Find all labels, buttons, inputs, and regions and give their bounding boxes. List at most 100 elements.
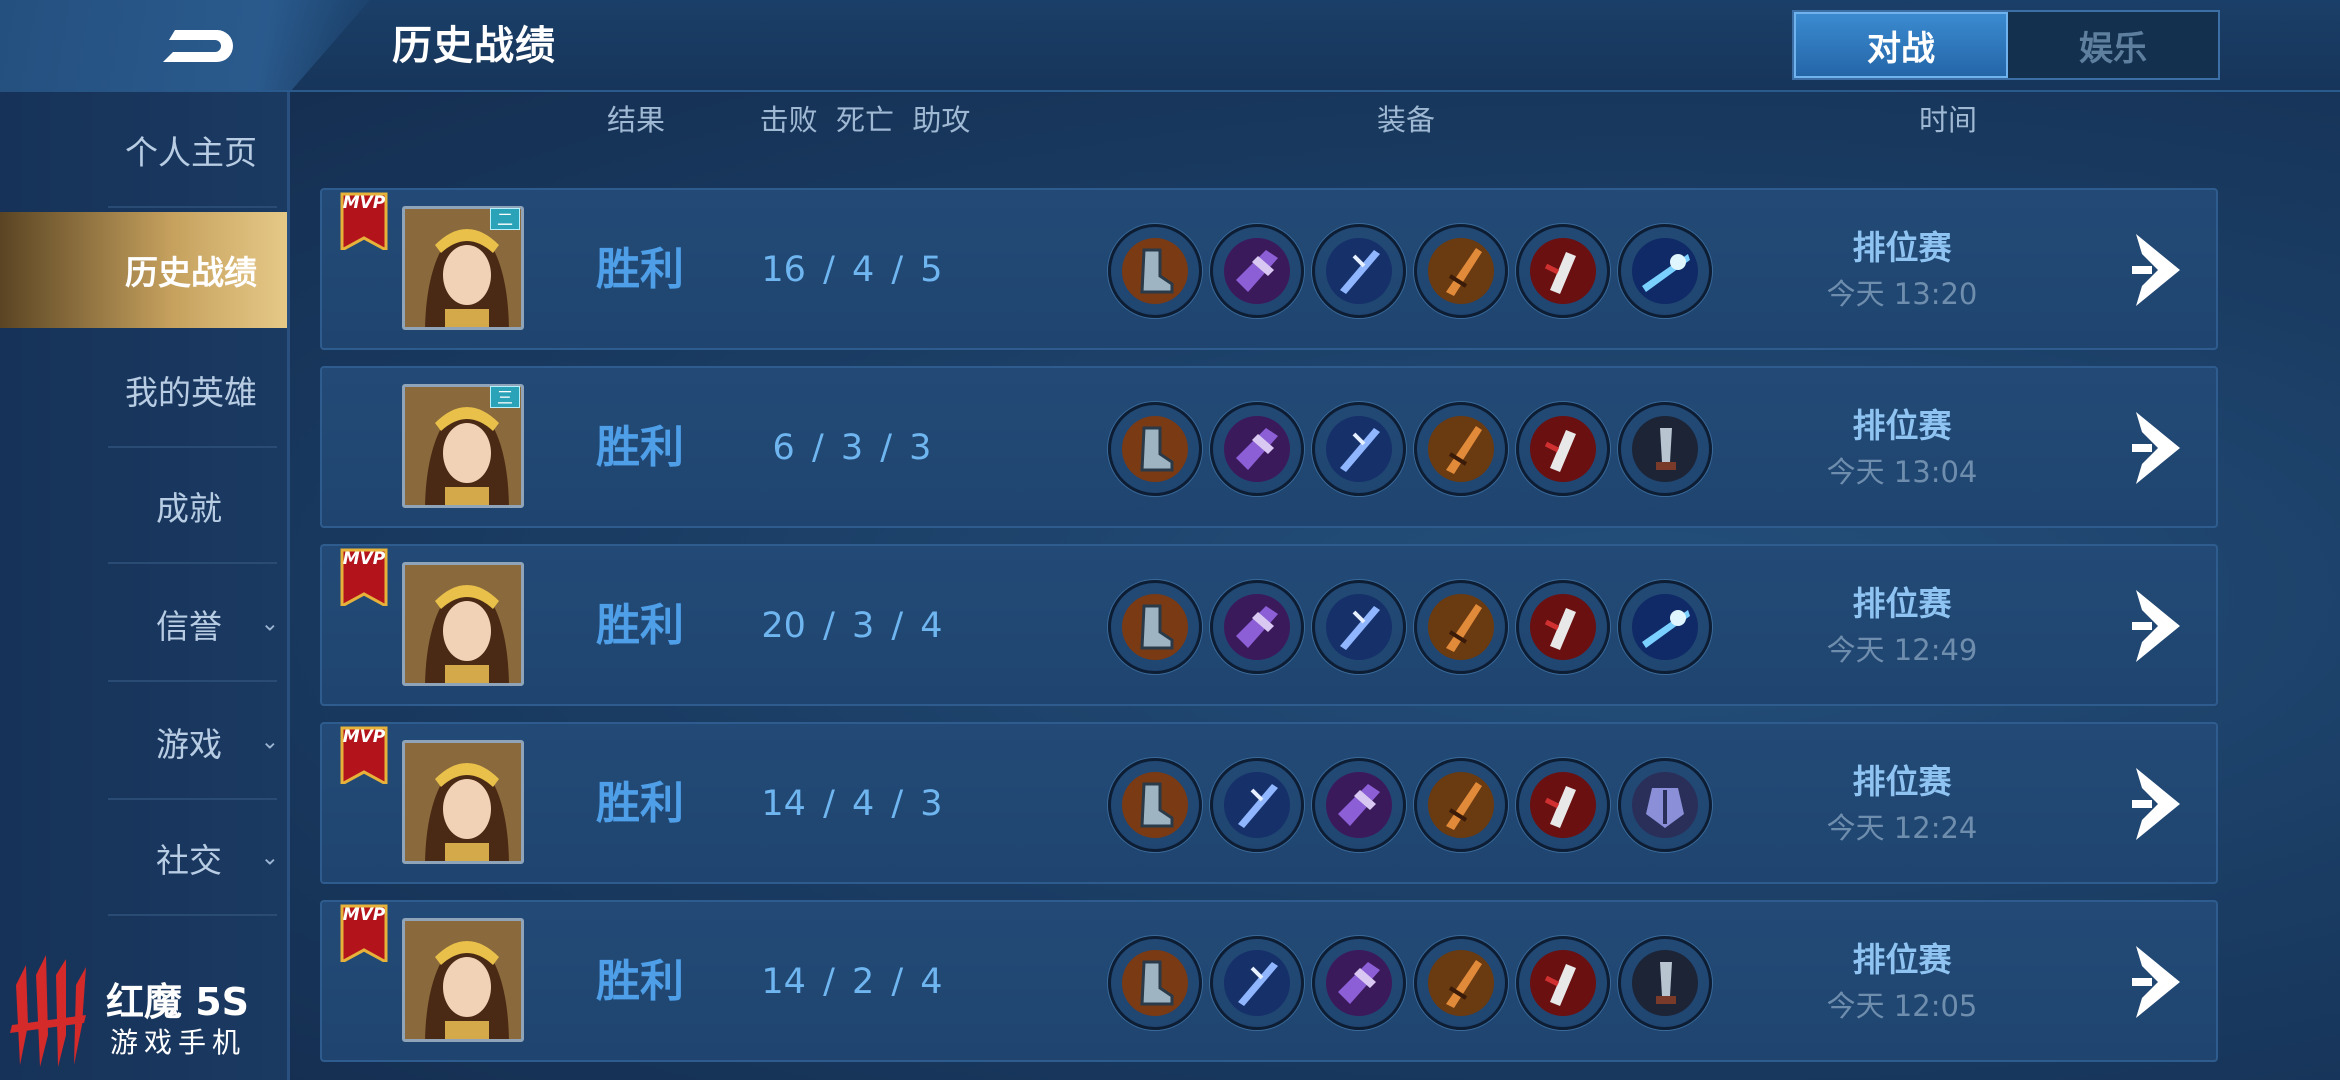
chevron-down-icon: ⌄	[260, 611, 279, 637]
match-row[interactable]: MVP 胜利 14 / 4 / 3 排位赛今天 12:24	[320, 722, 2218, 884]
purple-axe-item-icon[interactable]	[1312, 936, 1406, 1030]
boots-item-icon[interactable]	[1108, 936, 1202, 1030]
brand-title: 红魔 5S	[106, 980, 250, 1024]
divider	[108, 206, 277, 208]
sidebar-item-profile[interactable]: 个人主页	[0, 92, 287, 208]
hero-avatar	[402, 918, 524, 1042]
chevron-right-icon[interactable]	[2122, 940, 2194, 1024]
blue-spear-item-icon[interactable]	[1618, 580, 1712, 674]
match-time: 今天 12:49	[1826, 633, 1978, 667]
equipment-list	[1108, 402, 1712, 496]
match-kda: 16 / 4 / 5	[761, 250, 943, 290]
blue-blade-item-icon[interactable]	[1312, 580, 1406, 674]
red-blade-item-icon[interactable]	[1516, 758, 1610, 852]
mvp-badge-icon: MVP	[340, 192, 388, 250]
purple-axe-item-icon[interactable]	[1210, 224, 1304, 318]
sidebar-item-label: 个人主页	[125, 133, 257, 172]
orange-sword-item-icon[interactable]	[1414, 758, 1508, 852]
red-blade-item-icon[interactable]	[1516, 936, 1610, 1030]
sidebar-item-games[interactable]: 游戏 ⌄	[0, 684, 287, 800]
svg-text:MVP: MVP	[343, 193, 386, 213]
sidebar-item-label: 成就	[156, 489, 222, 528]
blue-spear-item-icon[interactable]	[1618, 224, 1712, 318]
boots-item-icon[interactable]	[1108, 402, 1202, 496]
match-row[interactable]: MVP 胜利 20 / 3 / 4 排位赛今天 12:49	[320, 544, 2218, 706]
sidebar-item-label: 游戏	[156, 725, 222, 764]
match-time: 今天 12:24	[1826, 811, 1978, 845]
svg-text:MVP: MVP	[343, 905, 386, 925]
mvp-badge-icon: MVP	[340, 548, 388, 606]
column-header-time: 时间	[1918, 103, 1977, 137]
match-mode: 排位赛	[1852, 940, 1952, 979]
match-kda: 14 / 2 / 4	[761, 962, 943, 1002]
orange-sword-item-icon[interactable]	[1414, 224, 1508, 318]
match-result: 胜利	[596, 600, 684, 651]
sidebar-item-label: 信誉	[156, 607, 222, 646]
back-button[interactable]	[150, 20, 250, 72]
red-blade-item-icon[interactable]	[1516, 402, 1610, 496]
orange-sword-item-icon[interactable]	[1414, 402, 1508, 496]
mvp-badge-icon: MVP	[340, 726, 388, 784]
divider	[108, 914, 277, 916]
red-blade-item-icon[interactable]	[1516, 580, 1610, 674]
match-kda: 14 / 4 / 3	[761, 784, 943, 824]
brand-subtitle: 游戏手机	[110, 1026, 247, 1059]
orange-sword-item-icon[interactable]	[1414, 936, 1508, 1030]
purple-axe-item-icon[interactable]	[1312, 758, 1406, 852]
hero-tier-badge: 二	[490, 208, 520, 230]
top-bar: 历史战绩 对战 娱乐	[0, 0, 2340, 92]
match-mode: 排位赛	[1852, 406, 1952, 445]
chevron-right-icon[interactable]	[2122, 584, 2194, 668]
sidebar-item-match-history[interactable]: 历史战绩	[0, 212, 287, 328]
boots-item-icon[interactable]	[1108, 224, 1202, 318]
blue-blade-item-icon[interactable]	[1312, 402, 1406, 496]
match-row[interactable]: MVP 胜利 14 / 2 / 4 排位赛 今天 12:05	[320, 900, 2218, 1062]
equipment-list	[1108, 936, 1712, 1030]
sidebar-item-reputation[interactable]: 信誉 ⌄	[0, 566, 287, 682]
match-mode: 排位赛	[1852, 762, 1952, 801]
match-mode: 排位赛	[1852, 584, 1952, 623]
chevron-right-icon[interactable]	[2122, 406, 2194, 490]
hero-avatar	[402, 740, 524, 864]
sidebar-item-social[interactable]: 社交 ⌄	[0, 800, 287, 916]
svg-text:MVP: MVP	[343, 727, 386, 747]
blue-blade-item-icon[interactable]	[1210, 936, 1304, 1030]
armor-item-icon[interactable]	[1618, 758, 1712, 852]
sidebar-item-label: 历史战绩	[125, 253, 257, 292]
purple-axe-item-icon[interactable]	[1210, 402, 1304, 496]
boots-item-icon[interactable]	[1108, 758, 1202, 852]
match-row[interactable]: MVP 二胜利 16 / 4 / 5 排位赛 今天 13:20	[320, 188, 2218, 350]
sidebar-item-label: 我的英雄	[125, 373, 257, 412]
tab-battle[interactable]: 对战	[1794, 12, 2008, 78]
dark-hilt-item-icon[interactable]	[1618, 936, 1712, 1030]
mvp-badge-icon: MVP	[340, 904, 388, 962]
match-time: 今天 13:04	[1826, 455, 1978, 489]
purple-axe-item-icon[interactable]	[1210, 580, 1304, 674]
blue-blade-item-icon[interactable]	[1312, 224, 1406, 318]
blue-blade-item-icon[interactable]	[1210, 758, 1304, 852]
divider	[108, 562, 277, 564]
column-header-equipment: 装备	[1376, 103, 1435, 137]
sidebar-item-my-heroes[interactable]: 我的英雄	[0, 332, 287, 448]
equipment-list	[1108, 758, 1712, 852]
match-kda: 20 / 3 / 4	[761, 606, 943, 646]
match-row[interactable]: 三胜利 6 / 3 / 3 排位赛 今天 13:04	[320, 366, 2218, 528]
sidebar-item-label: 社交	[156, 841, 222, 880]
dark-hilt-item-icon[interactable]	[1618, 402, 1712, 496]
chevron-down-icon: ⌄	[260, 729, 279, 755]
sidebar-item-achievements[interactable]: 成就	[0, 448, 287, 564]
red-blade-item-icon[interactable]	[1516, 224, 1610, 318]
chevron-right-icon[interactable]	[2122, 228, 2194, 312]
boots-item-icon[interactable]	[1108, 580, 1202, 674]
orange-sword-item-icon[interactable]	[1414, 580, 1508, 674]
tab-entertainment[interactable]: 娱乐	[2008, 12, 2218, 78]
sidebar: 个人主页 历史战绩 我的英雄 成就 信誉 ⌄ 游戏 ⌄ 社交 ⌄	[0, 92, 290, 1080]
mode-tabs: 对战 娱乐	[1792, 10, 2220, 80]
back-arrow-icon	[163, 30, 233, 62]
match-time: 今天 12:05	[1826, 989, 1978, 1023]
svg-text:MVP: MVP	[343, 549, 386, 569]
chevron-right-icon[interactable]	[2122, 762, 2194, 846]
match-result: 胜利	[596, 778, 684, 829]
hero-avatar	[402, 562, 524, 686]
brand-watermark: 红魔 5S 游戏手机	[6, 955, 276, 1073]
